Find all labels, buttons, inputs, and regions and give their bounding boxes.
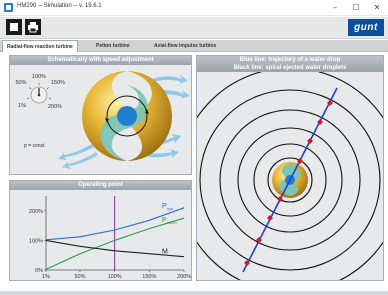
trajectory-panel-title: Blue line: trajectory of a water drop Bl… [197, 56, 383, 72]
schematic-panel-title: Schematically with speed adjustment [10, 56, 191, 65]
x-tick-label: 50% [74, 274, 85, 280]
operating-point-chart: 1% 50% 100% 150% 200% 0% 100% 200% Phyd Pmech M [29, 196, 191, 280]
stop-icon[interactable] [6, 19, 22, 35]
y-tick-label: 200% [29, 209, 43, 215]
turbine-rotor [82, 71, 172, 161]
x-tick-label: 200% [177, 274, 191, 280]
x-tick-label: 100% [108, 274, 122, 280]
water-drop [307, 138, 313, 144]
close-button[interactable]: ✕ [370, 2, 384, 13]
operating-point-title: Operating point [10, 181, 191, 190]
tab-radial-flow[interactable]: Radial-flow reaction turbine [2, 40, 78, 52]
dial-label-1: 1% [18, 103, 26, 109]
x-tick-label: 150% [142, 274, 156, 280]
series-label: Pmech [162, 217, 176, 225]
pressure-label: p = const [24, 143, 45, 149]
gunt-logo: gunt [348, 19, 384, 36]
tab-pelton[interactable]: Pelton turbine [92, 40, 134, 52]
trajectory-view [197, 72, 383, 280]
speed-dial[interactable] [26, 83, 52, 104]
series-label: Phyd [162, 203, 173, 211]
dial-label-150: 150% [51, 80, 65, 86]
water-drop-trajectory [242, 87, 338, 273]
minimize-button[interactable]: – [328, 2, 342, 13]
trajectory-panel: Blue line: trajectory of a water drop Bl… [196, 55, 384, 281]
x-tick-label: 1% [42, 274, 50, 280]
y-tick-label: 100% [29, 238, 43, 244]
tab-axial-flow[interactable]: Axial-flow impulse turbine [150, 40, 220, 52]
y-tick-label: 0% [35, 268, 43, 274]
trajectory-title-line1: Blue line: trajectory of a water drop [239, 57, 341, 63]
toolbar: gunt [0, 17, 388, 39]
app-icon [4, 3, 13, 12]
printer-icon[interactable] [25, 19, 41, 35]
dial-label-50: 50% [15, 80, 26, 86]
schematic-panel: Schematically with speed adjustment 100%… [9, 55, 192, 175]
tab-bar: Radial-flow reaction turbine Pelton turb… [0, 40, 388, 52]
turbine-schematic: 100% 50% 150% 1% 200% p = const [15, 71, 190, 169]
dial-label-200: 200% [48, 104, 62, 110]
trajectory-title-line2: Black line: spiral ejected water droplet… [233, 65, 347, 71]
status-strip [0, 291, 388, 295]
maximize-button[interactable]: ☐ [349, 2, 363, 13]
window-titlebar: HM290 -- Simulation -- v. 19.6.1 – ☐ ✕ [0, 0, 388, 16]
window-title: HM290 -- Simulation -- v. 19.6.1 [17, 3, 102, 9]
operating-point-panel: Operating point 1% 50% 100% 150% 200% 0% 100% 2… [9, 180, 192, 281]
series-label: M [162, 249, 168, 256]
dial-label-100: 100% [32, 74, 46, 80]
